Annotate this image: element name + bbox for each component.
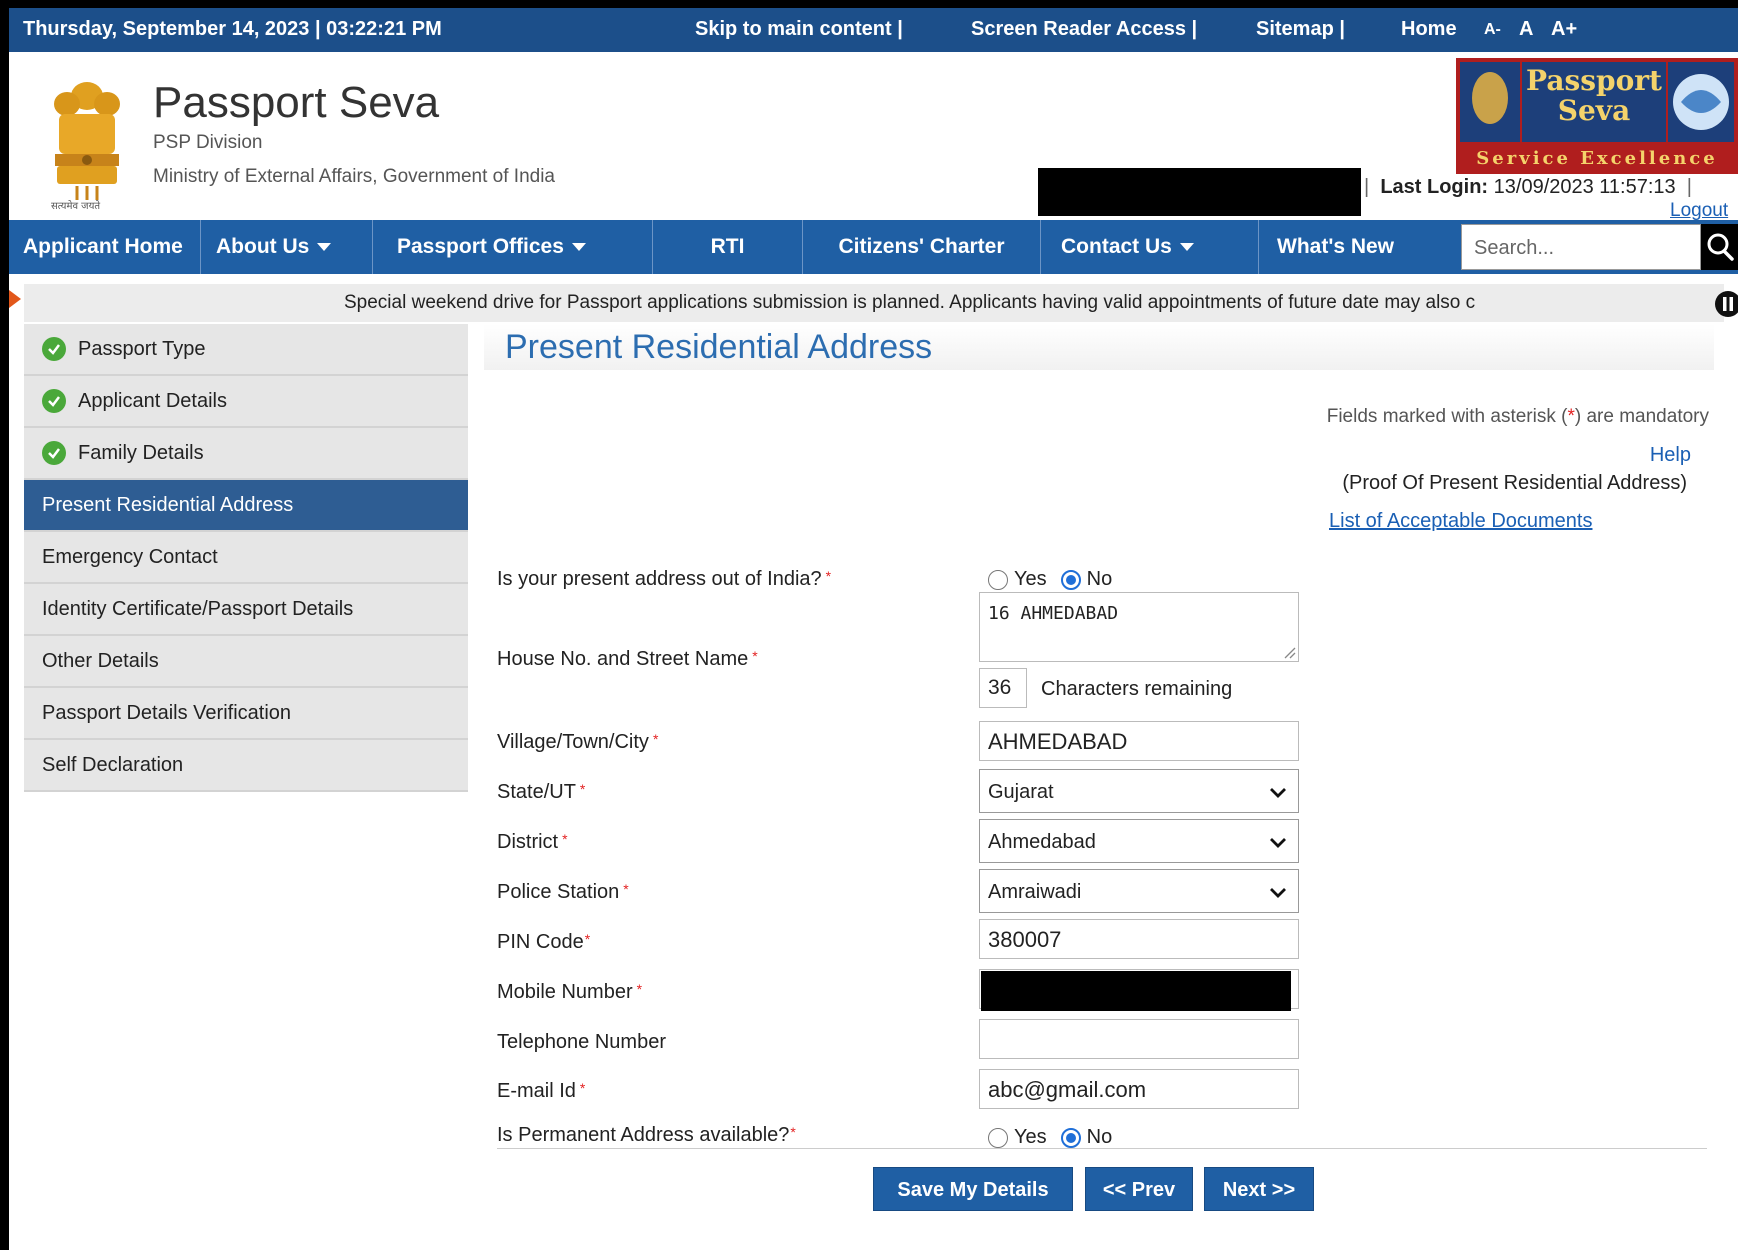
save-my-details-button[interactable]: Save My Details — [873, 1167, 1073, 1211]
sidebar-item-applicant-details[interactable]: Applicant Details — [24, 376, 468, 428]
screen-reader-access-link[interactable]: Screen Reader Access | — [971, 18, 1197, 41]
form-divider — [497, 1148, 1707, 1149]
pause-icon — [1723, 297, 1733, 311]
search-input[interactable]: Search... — [1461, 224, 1701, 270]
ministry-name: Ministry of External Affairs, Government… — [153, 166, 555, 187]
division-name: PSP Division — [153, 132, 263, 153]
permanent-address-no-radio[interactable] — [1060, 1127, 1081, 1148]
page-title: Present Residential Address — [484, 324, 1714, 370]
nav-applicant-home[interactable]: Applicant Home — [9, 220, 201, 274]
acceptable-documents-link[interactable]: List of Acceptable Documents — [1329, 510, 1592, 533]
last-login: | Last Login: 13/09/2023 11:57:13 | — [1364, 176, 1692, 198]
check-circle-icon — [42, 337, 66, 361]
sidebar-item-self-declaration[interactable]: Self Declaration — [24, 740, 468, 792]
logo-tagline: Service Excellence — [1476, 148, 1718, 169]
search-icon — [1707, 233, 1734, 261]
mobile-number-label: Mobile Number * — [497, 981, 643, 1003]
nav-passport-offices[interactable]: Passport Offices — [373, 220, 653, 274]
city-label: Village/Town/City * — [497, 731, 659, 753]
chars-remaining-count: 36 — [979, 668, 1027, 708]
police-station-label: Police Station * — [497, 881, 629, 903]
check-circle-icon — [42, 441, 66, 465]
pin-code-input[interactable]: 380007 — [979, 919, 1299, 959]
logo-title-line-1: Passport — [1526, 64, 1662, 97]
national-emblem-icon: सत्यमेव जयते — [37, 74, 137, 214]
sitemap-link[interactable]: Sitemap | — [1256, 18, 1345, 41]
top-utility-bar: Thursday, September 14, 2023 | 03:22:21 … — [9, 8, 1738, 52]
font-normal-button[interactable]: A — [1519, 18, 1533, 41]
next-button[interactable]: Next >> — [1204, 1167, 1314, 1211]
logo-title-line-2: Seva — [1557, 94, 1631, 127]
chevron-down-icon — [1270, 788, 1286, 798]
chevron-down-icon — [1270, 838, 1286, 848]
sidebar-item-family-details[interactable]: Family Details — [24, 428, 468, 480]
police-station-select[interactable]: Amraiwadi — [979, 869, 1299, 913]
out-of-india-radio-group: Yes No — [988, 568, 1126, 591]
redacted-user-name — [1038, 168, 1361, 216]
ticker-pause-button[interactable] — [1715, 291, 1738, 317]
chevron-down-icon — [1270, 888, 1286, 898]
nav-contact-us[interactable]: Contact Us — [1041, 220, 1259, 274]
house-street-textarea[interactable]: 16 AHMEDABAD — [979, 592, 1299, 662]
email-input[interactable]: abc@gmail.com — [979, 1069, 1299, 1109]
skip-to-main-link[interactable]: Skip to main content | — [695, 18, 903, 41]
nav-rti[interactable]: RTI — [653, 220, 803, 274]
last-login-label: Last Login: — [1380, 176, 1489, 198]
sidebar-item-identity-certificate[interactable]: Identity Certificate/Passport Details — [24, 584, 468, 636]
chevron-down-icon — [1179, 243, 1194, 252]
district-select[interactable]: Ahmedabad — [979, 819, 1299, 863]
sidebar-item-emergency-contact[interactable]: Emergency Contact — [24, 532, 468, 584]
ticker-text: Special weekend drive for Passport appli… — [344, 292, 1476, 313]
pin-code-label: PIN Code* — [497, 931, 591, 953]
help-link[interactable]: Help — [1650, 444, 1691, 467]
chevron-down-icon — [317, 243, 332, 252]
redacted-mobile-number — [981, 971, 1291, 1011]
chars-remaining-label: Characters remaining — [1041, 678, 1233, 700]
city-input[interactable]: AHMEDABAD — [979, 721, 1299, 761]
prev-button[interactable]: << Prev — [1085, 1167, 1193, 1211]
ticker-arrow-icon — [9, 290, 21, 308]
proof-note: (Proof Of Present Residential Address) — [1342, 472, 1687, 494]
passport-seva-logo: Passport Seva Service Excellence — [1456, 58, 1738, 174]
emblem-motto: सत्यमेव जयते — [51, 201, 101, 212]
nav-citizens-charter[interactable]: Citizens' Charter — [803, 220, 1041, 274]
nav-whats-new[interactable]: What's New — [1259, 220, 1461, 274]
sidebar-item-passport-details-verification[interactable]: Passport Details Verification — [24, 688, 468, 740]
state-label: State/UT * — [497, 781, 586, 803]
last-login-value: 13/09/2023 11:57:13 — [1493, 176, 1676, 198]
permanent-address-label: Is Permanent Address available?* — [497, 1124, 796, 1146]
current-datetime: Thursday, September 14, 2023 | 03:22:21 … — [23, 18, 442, 40]
out-of-india-label: Is your present address out of India? * — [497, 568, 832, 590]
search-button[interactable] — [1701, 224, 1738, 270]
resize-handle-icon[interactable] — [1282, 645, 1296, 659]
sidebar-item-passport-type[interactable]: Passport Type — [24, 324, 468, 376]
font-increase-button[interactable]: A+ — [1551, 18, 1577, 41]
page: Thursday, September 14, 2023 | 03:22:21 … — [9, 8, 1738, 1250]
district-label: District * — [497, 831, 568, 853]
news-ticker: Special weekend drive for Passport appli… — [24, 284, 1724, 322]
nav-about-us[interactable]: About Us — [201, 220, 373, 274]
out-of-india-no-radio[interactable] — [1060, 569, 1081, 590]
site-title: Passport Seva — [153, 78, 440, 127]
house-street-label: House No. and Street Name * — [497, 648, 758, 670]
font-decrease-button[interactable]: A- — [1484, 21, 1501, 39]
telephone-number-label: Telephone Number — [497, 1031, 666, 1053]
out-of-india-yes-radio[interactable] — [988, 569, 1008, 590]
sidebar-item-present-residential-address[interactable]: Present Residential Address — [24, 480, 468, 532]
permanent-address-yes-radio[interactable] — [988, 1127, 1008, 1148]
telephone-number-input[interactable] — [979, 1019, 1299, 1059]
check-circle-icon — [42, 389, 66, 413]
permanent-address-radio-group: Yes No — [988, 1126, 1126, 1149]
chevron-down-icon — [571, 243, 586, 252]
home-link[interactable]: Home — [1401, 18, 1457, 41]
email-label: E-mail Id * — [497, 1080, 586, 1102]
state-select[interactable]: Gujarat — [979, 769, 1299, 813]
mandatory-note: Fields marked with asterisk (*) are mand… — [1326, 406, 1709, 427]
form-steps-sidebar: Passport Type Applicant Details Family D… — [24, 324, 468, 792]
logout-link[interactable]: Logout — [1670, 200, 1728, 222]
sidebar-item-other-details[interactable]: Other Details — [24, 636, 468, 688]
